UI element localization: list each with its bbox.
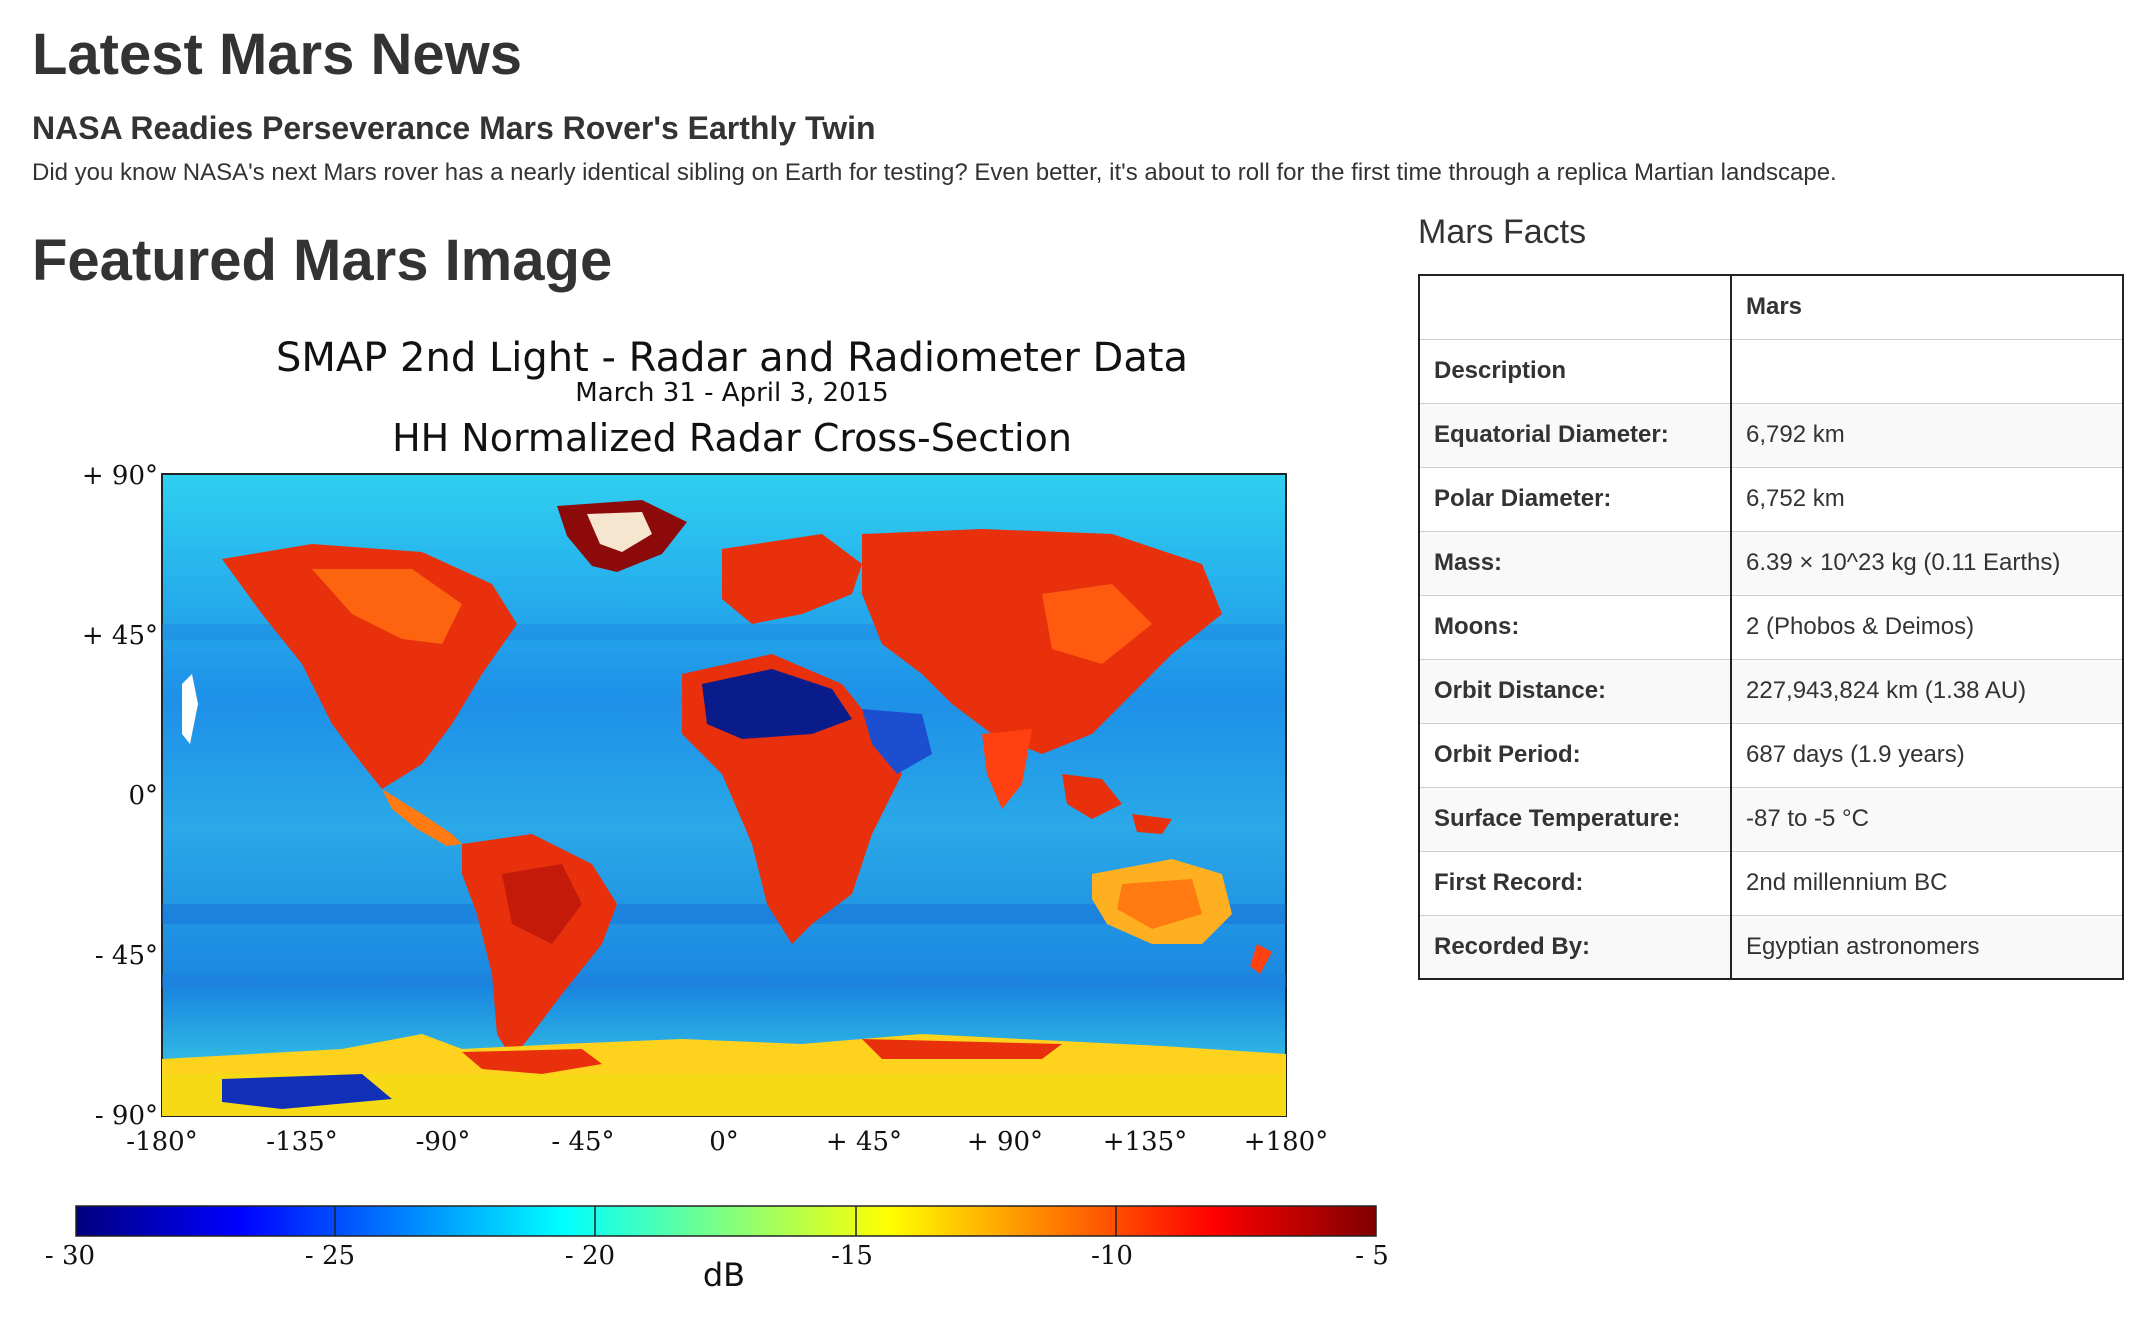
table-row: Mass: 6.39 × 10^23 kg (0.11 Earths) [1418,530,2124,596]
lon-tick: -180° [126,1127,197,1157]
colorbar-tick: - 5 [1355,1241,1389,1271]
lat-tick: + 90° [82,461,158,491]
table-row: Orbit Distance: 227,943,824 km (1.38 AU) [1418,658,2124,724]
fact-value: 2nd millennium BC [1730,850,2124,916]
latitude-ticks: + 90° + 45° 0° - 45° - 90° [82,461,158,1131]
lon-tick: -90° [416,1127,471,1157]
mars-facts-section: Mars Facts Mars Description Equatorial D… [1418,210,2126,980]
featured-image-heading: Featured Mars Image [32,228,613,293]
fact-key: Recorded By: [1418,914,1732,980]
fact-key: Polar Diameter: [1418,466,1732,532]
fact-value: Egyptian astronomers [1730,914,2124,980]
table-row: Orbit Period: 687 days (1.9 years) [1418,722,2124,788]
table-row: First Record: 2nd millennium BC [1418,850,2124,916]
lon-tick: + 45° [826,1127,902,1157]
fact-value: 227,943,824 km (1.38 AU) [1730,658,2124,724]
colorbar-tick: -15 [831,1241,873,1271]
lon-tick: +135° [1103,1127,1187,1157]
lon-tick: + 90° [967,1127,1043,1157]
fact-value: 2 (Phobos & Deimos) [1730,594,2124,660]
lon-tick: - 45° [551,1127,614,1157]
table-header-mars: Mars [1730,274,2124,340]
mars-facts-heading: Mars Facts [1418,213,1587,251]
table-row: Description [1418,338,2124,404]
colorbar-label: dB [703,1256,745,1294]
news-heading: Latest Mars News [32,22,522,87]
table-row: Polar Diameter: 6,752 km [1418,466,2124,532]
colorbar-tick: -10 [1091,1241,1133,1271]
fact-value [1730,338,2124,404]
lat-tick: 0° [128,781,158,811]
fact-key: Surface Temperature: [1418,786,1732,852]
colorbar-tick: - 20 [565,1241,615,1271]
figure-date: March 31 - April 3, 2015 [575,378,888,408]
news-teaser: Did you know NASA's next Mars rover has … [32,159,1837,186]
world-map [161,473,1287,1117]
fact-key: Orbit Distance: [1418,658,1732,724]
table-row: Recorded By: Egyptian astronomers [1418,914,2124,980]
longitude-ticks: -180° -135° -90° - 45° 0° + 45° + 90° +1… [126,1127,1328,1157]
fact-value: 6.39 × 10^23 kg (0.11 Earths) [1730,530,2124,596]
figure-title: SMAP 2nd Light - Radar and Radiometer Da… [276,335,1188,381]
fact-key: Mass: [1418,530,1732,596]
featured-image[interactable]: SMAP 2nd Light - Radar and Radiometer Da… [32,332,1412,1320]
fact-key: First Record: [1418,850,1732,916]
table-row: Equatorial Diameter: 6,792 km [1418,402,2124,468]
table-header-row: Mars [1418,274,2124,340]
table-header-blank [1418,274,1732,340]
mars-facts-table: Mars Description Equatorial Diameter: 6,7… [1418,274,2124,980]
colorbar-gradient [75,1205,1377,1237]
colorbar-tick: - 30 [45,1241,95,1271]
fact-key: Moons: [1418,594,1732,660]
fact-value: 6,792 km [1730,402,2124,468]
table-row: Surface Temperature: -87 to -5 °C [1418,786,2124,852]
lon-tick: -135° [266,1127,337,1157]
fact-value: 6,752 km [1730,466,2124,532]
smap-radar-map-figure: SMAP 2nd Light - Radar and Radiometer Da… [45,335,1389,1294]
news-section: Latest Mars News NASA Readies Perseveran… [32,20,2112,190]
lat-tick: - 45° [95,941,158,971]
fact-value: -87 to -5 °C [1730,786,2124,852]
lon-tick: +180° [1244,1127,1328,1157]
featured-image-section: Featured Mars Image SMAP 2nd Light - Rad… [32,226,1412,1320]
fact-key: Description [1418,338,1732,404]
colorbar [75,1205,1377,1237]
figure-subtitle: HH Normalized Radar Cross-Section [392,416,1072,460]
lon-tick: 0° [709,1127,739,1157]
colorbar-tick: - 25 [305,1241,355,1271]
lat-tick: + 45° [82,621,158,651]
fact-value: 687 days (1.9 years) [1730,722,2124,788]
fact-key: Orbit Period: [1418,722,1732,788]
table-row: Moons: 2 (Phobos & Deimos) [1418,594,2124,660]
fact-key: Equatorial Diameter: [1418,402,1732,468]
news-title[interactable]: NASA Readies Perseverance Mars Rover's E… [32,108,2112,148]
